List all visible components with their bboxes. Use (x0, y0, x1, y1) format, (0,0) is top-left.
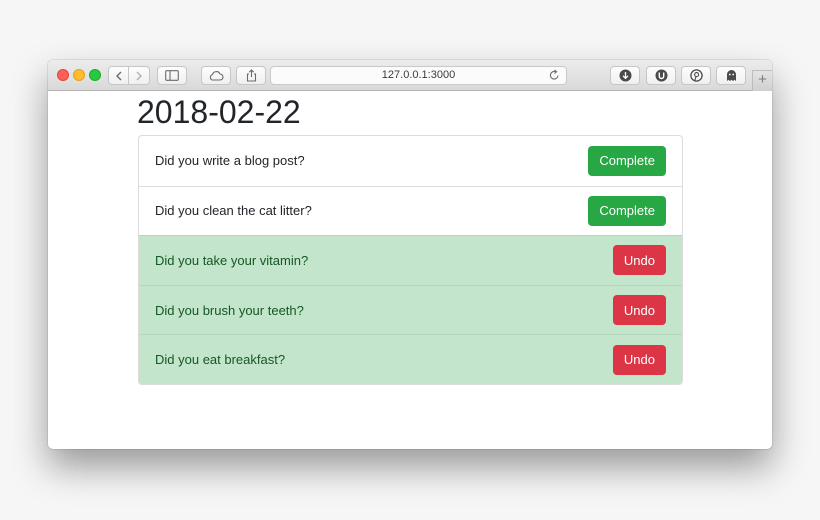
undo-button[interactable]: Undo (612, 245, 666, 276)
zoom-window-button[interactable] (89, 69, 101, 81)
page-title: 2018-02-22 (137, 94, 301, 130)
reload-button[interactable] (549, 69, 560, 87)
close-window-button[interactable] (57, 69, 69, 81)
forward-button[interactable] (129, 66, 150, 85)
ghost-icon (726, 70, 736, 81)
address-bar[interactable]: 127.0.0.1:3000 (270, 66, 567, 85)
url-text: 127.0.0.1:3000 (381, 69, 456, 81)
task-row: Did you write a blog post? Complete (139, 136, 682, 186)
history-nav (108, 66, 150, 85)
minimize-window-button[interactable] (73, 69, 85, 81)
task-question: Did you clean the cat litter? (155, 203, 312, 219)
chevron-left-icon (115, 71, 121, 80)
share-button[interactable] (236, 66, 266, 85)
task-list: Did you write a blog post? Complete Did … (138, 135, 683, 385)
u-extension-button[interactable] (646, 66, 676, 85)
task-question: Did you brush your teeth? (155, 302, 304, 318)
u-extension-icon (655, 69, 667, 82)
cloud-icon (209, 71, 224, 81)
back-button[interactable] (108, 66, 129, 85)
download-extension-button[interactable] (610, 66, 640, 85)
task-row-done: Did you brush your teeth? Undo (139, 284, 682, 335)
pinterest-extension-button[interactable] (681, 66, 711, 85)
new-tab-button[interactable]: + (752, 70, 772, 91)
task-question: Did you take your vitamin? (155, 252, 309, 268)
pinterest-icon (689, 69, 703, 82)
task-question: Did you eat breakfast? (155, 352, 286, 368)
sidebar-icon (165, 70, 179, 81)
complete-button[interactable]: Complete (588, 145, 666, 176)
ghostery-extension-button[interactable] (716, 66, 746, 85)
page-content: 2018-02-22 Did you write a blog post? Co… (48, 91, 772, 449)
icloud-tabs-button[interactable] (201, 66, 231, 85)
task-row: Did you clean the cat litter? Complete (139, 185, 682, 236)
task-row-done: Did you take your vitamin? Undo (139, 235, 682, 285)
undo-button[interactable]: Undo (612, 344, 666, 375)
undo-button[interactable]: Undo (612, 295, 666, 326)
complete-button[interactable]: Complete (588, 195, 666, 226)
reload-icon (549, 69, 559, 80)
download-icon (619, 69, 631, 82)
task-question: Did you write a blog post? (155, 153, 305, 169)
sidebar-button[interactable] (157, 66, 187, 85)
browser-window: 127.0.0.1:3000 + 2018-02-22 Did you writ… (48, 60, 772, 449)
share-icon (246, 69, 256, 82)
chevron-right-icon (136, 71, 142, 80)
task-row-done: Did you eat breakfast? Undo (139, 334, 682, 384)
browser-toolbar: 127.0.0.1:3000 + (48, 60, 772, 91)
